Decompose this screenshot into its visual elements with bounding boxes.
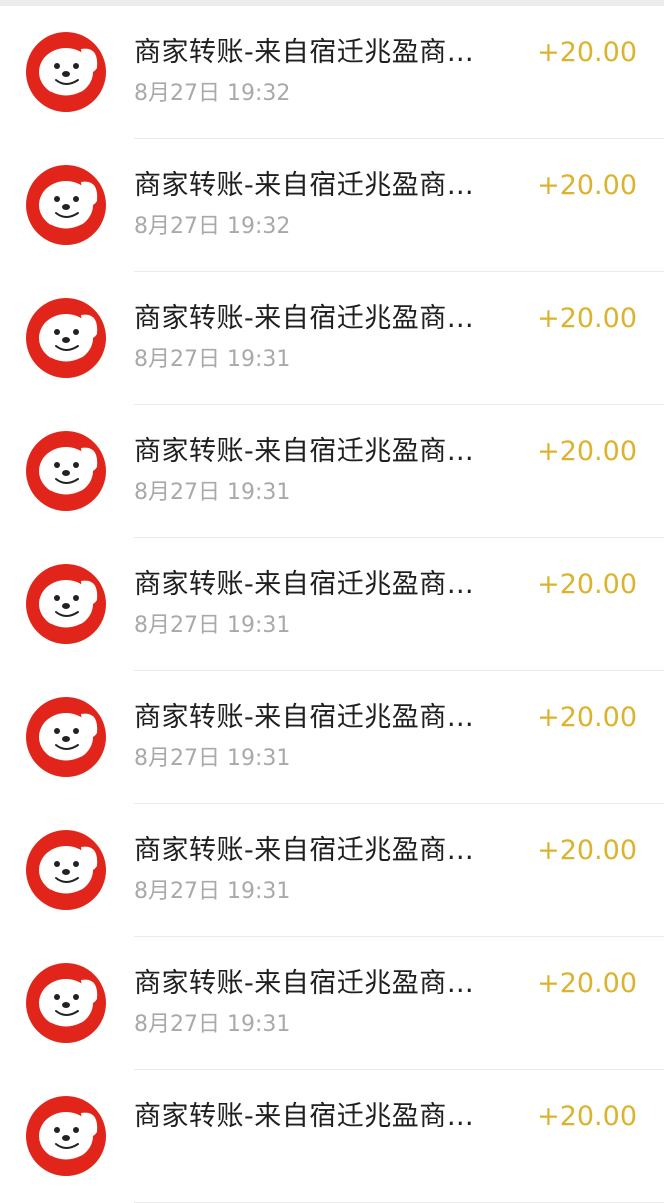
transaction-amount: +20.00 — [537, 702, 637, 733]
transaction-title: 商家转账-来自宿迁兆盈商… — [134, 968, 475, 999]
transaction-row[interactable]: 商家转账-来自宿迁兆盈商… 8月27日 19:32 +20.00 — [0, 139, 664, 272]
transaction-time: 8月27日 19:31 — [134, 480, 291, 505]
transaction-amount: +20.00 — [537, 170, 637, 201]
transaction-title: 商家转账-来自宿迁兆盈商… — [134, 303, 475, 334]
transaction-row[interactable]: 商家转账-来自宿迁兆盈商… 8月27日 19:31 +20.00 — [0, 272, 664, 405]
transaction-row[interactable]: 商家转账-来自宿迁兆盈商… 8月27日 19:31 +20.00 — [0, 405, 664, 538]
transaction-title: 商家转账-来自宿迁兆盈商… — [134, 1101, 475, 1132]
jd-dog-mascot-icon — [26, 165, 106, 245]
transaction-time: 8月27日 19:31 — [134, 347, 291, 372]
jd-dog-mascot-icon — [26, 431, 106, 511]
transaction-title: 商家转账-来自宿迁兆盈商… — [134, 436, 475, 467]
jd-dog-mascot-icon — [26, 697, 106, 777]
jd-dog-mascot-icon — [26, 1096, 106, 1176]
jd-dog-mascot-icon — [26, 830, 106, 910]
transaction-time: 8月27日 19:32 — [134, 214, 291, 239]
transaction-title: 商家转账-来自宿迁兆盈商… — [134, 37, 475, 68]
transaction-amount: +20.00 — [537, 569, 637, 600]
transaction-amount: +20.00 — [537, 968, 637, 999]
transaction-amount: +20.00 — [537, 1101, 637, 1132]
transaction-row[interactable]: 商家转账-来自宿迁兆盈商… 8月27日 19:31 +20.00 — [0, 804, 664, 937]
transaction-title: 商家转账-来自宿迁兆盈商… — [134, 569, 475, 600]
transaction-time: 8月27日 19:31 — [134, 1012, 291, 1037]
transaction-amount: +20.00 — [537, 835, 637, 866]
transaction-amount: +20.00 — [537, 436, 637, 467]
transaction-time: 8月27日 19:32 — [134, 81, 291, 106]
transaction-row[interactable]: 商家转账-来自宿迁兆盈商… 8月27日 19:32 +20.00 — [0, 6, 664, 139]
transaction-row[interactable]: 商家转账-来自宿迁兆盈商… +20.00 — [0, 1070, 664, 1203]
transaction-list: 商家转账-来自宿迁兆盈商… 8月27日 19:32 +20.00 商家转账-来自… — [0, 6, 664, 1203]
transaction-row[interactable]: 商家转账-来自宿迁兆盈商… 8月27日 19:31 +20.00 — [0, 937, 664, 1070]
transaction-amount: +20.00 — [537, 303, 637, 334]
transaction-title: 商家转账-来自宿迁兆盈商… — [134, 170, 475, 201]
transaction-time: 8月27日 19:31 — [134, 746, 291, 771]
transaction-title: 商家转账-来自宿迁兆盈商… — [134, 702, 475, 733]
jd-dog-mascot-icon — [26, 298, 106, 378]
transaction-amount: +20.00 — [537, 37, 637, 68]
transaction-time: 8月27日 19:31 — [134, 613, 291, 638]
jd-dog-mascot-icon — [26, 564, 106, 644]
transaction-row[interactable]: 商家转账-来自宿迁兆盈商… 8月27日 19:31 +20.00 — [0, 671, 664, 804]
transaction-title: 商家转账-来自宿迁兆盈商… — [134, 835, 475, 866]
transaction-time: 8月27日 19:31 — [134, 879, 291, 904]
jd-dog-mascot-icon — [26, 32, 106, 112]
jd-dog-mascot-icon — [26, 963, 106, 1043]
transaction-row[interactable]: 商家转账-来自宿迁兆盈商… 8月27日 19:31 +20.00 — [0, 538, 664, 671]
